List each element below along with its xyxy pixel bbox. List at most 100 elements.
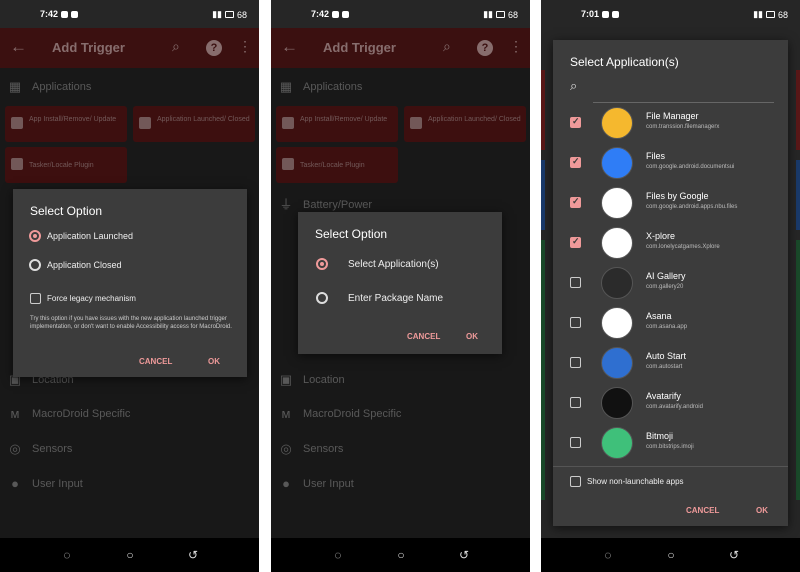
back-icon[interactable]: ↺ xyxy=(457,548,471,562)
phone-screen-2: 7:42 ▮▮ 68 ← Add Trigger ⌕ ? ⋮ ▦ Applicat… xyxy=(271,0,530,572)
option-label: Select Application(s) xyxy=(348,259,439,270)
notification-icon xyxy=(342,10,350,18)
background-edge xyxy=(796,160,800,230)
asana-icon xyxy=(601,307,633,339)
app-package: com.transsion.filemanagerx xyxy=(646,124,720,130)
radio-app-closed[interactable] xyxy=(29,259,41,271)
app-package: com.gallery20 xyxy=(646,284,684,290)
app-checkbox[interactable] xyxy=(570,156,581,168)
notification-icon xyxy=(602,10,610,18)
recents-icon[interactable]: ◌ xyxy=(60,548,74,562)
app-name: Bitmoji xyxy=(646,431,674,441)
option-label: Enter Package Name xyxy=(348,293,444,304)
app-list-item[interactable]: Files com.google.android.documentsui xyxy=(553,143,788,183)
app-checkbox[interactable] xyxy=(570,196,581,208)
app-package: com.autostart xyxy=(646,364,683,370)
home-icon[interactable]: ○ xyxy=(664,548,678,562)
app-checkbox[interactable] xyxy=(570,397,581,408)
battery-level: 68 xyxy=(507,9,518,20)
app-name: Asana xyxy=(646,311,672,321)
battery-level: 68 xyxy=(777,9,788,20)
app-package: com.asana.app xyxy=(646,324,688,330)
ok-button[interactable]: OK xyxy=(756,506,768,515)
app-list-item[interactable]: Files by Google com.google.android.apps.n… xyxy=(553,183,788,223)
checkbox-label: Force legacy mechanism xyxy=(47,294,136,303)
notification-icon xyxy=(612,10,620,18)
nav-bar: ◌ ○ ↺ xyxy=(0,538,259,572)
ok-button[interactable]: OK xyxy=(208,357,220,366)
legacy-checkbox[interactable] xyxy=(30,293,41,304)
files-by-google-icon xyxy=(601,187,633,219)
app-package: com.bitstrips.imoji xyxy=(646,444,694,450)
help-text: Try this option if you have issues with … xyxy=(30,316,232,330)
radio-app-launched[interactable] xyxy=(29,230,41,242)
status-bar: 7:42 ▮▮ 68 xyxy=(271,0,530,28)
background-edge xyxy=(796,70,800,150)
background-edge xyxy=(541,160,545,230)
app-list-item[interactable]: X-plore com.lonelycatgames.Xplore xyxy=(553,223,788,263)
bitmoji-icon xyxy=(601,427,633,459)
app-checkbox[interactable] xyxy=(570,357,581,368)
notification-icon xyxy=(332,10,340,18)
cancel-button[interactable]: CANCEL xyxy=(686,506,719,515)
app-name: Auto Start xyxy=(646,351,687,361)
home-icon[interactable]: ○ xyxy=(123,548,137,562)
signal-icon: ▮▮ xyxy=(753,9,763,19)
ok-button[interactable]: OK xyxy=(466,332,478,341)
battery-icon xyxy=(765,11,775,18)
nav-bar: ◌ ○ ↺ xyxy=(271,538,530,572)
file-manager-icon xyxy=(601,107,633,139)
show-nonlaunchable-checkbox[interactable] xyxy=(570,476,581,487)
select-option-dialog: Select Option Select Application(s) Ente… xyxy=(298,212,502,354)
app-checkbox[interactable] xyxy=(570,277,581,288)
dialog-title: Select Option xyxy=(30,204,103,218)
back-icon[interactable]: ↺ xyxy=(186,548,200,562)
status-time: 7:42 xyxy=(311,9,330,19)
dialog-title: Select Application(s) xyxy=(570,55,679,69)
app-list-item[interactable]: Avatarify com.avatarify.android xyxy=(553,383,788,423)
app-package: com.avatarify.android xyxy=(646,404,703,410)
search-icon[interactable]: ⌕ xyxy=(570,78,577,94)
xplore-icon xyxy=(601,227,633,259)
ai-gallery-icon xyxy=(601,267,633,299)
status-time: 7:42 xyxy=(40,9,59,19)
status-bar: 7:01 ▮▮ 68 xyxy=(541,0,800,28)
app-list-item[interactable]: File Manager com.transsion.filemanagerx xyxy=(553,103,788,143)
app-checkbox[interactable] xyxy=(570,317,581,328)
nav-bar: ◌ ○ ↺ xyxy=(541,538,800,572)
battery-level: 68 xyxy=(236,9,247,20)
app-name: Files xyxy=(646,151,666,161)
recents-icon[interactable]: ◌ xyxy=(331,548,345,562)
radio-select-applications[interactable] xyxy=(316,258,328,270)
app-list-item[interactable]: Auto Start com.autostart xyxy=(553,343,788,383)
signal-icon: ▮▮ xyxy=(212,9,222,19)
signal-icon: ▮▮ xyxy=(483,9,493,19)
app-name: File Manager xyxy=(646,111,699,121)
divider xyxy=(553,466,788,467)
radio-enter-package[interactable] xyxy=(316,292,328,304)
app-checkbox[interactable] xyxy=(570,116,581,128)
recents-icon[interactable]: ◌ xyxy=(601,548,615,562)
background-edge xyxy=(796,240,800,500)
notification-icon xyxy=(61,10,69,18)
home-icon[interactable]: ○ xyxy=(394,548,408,562)
phone-screen-3: 7:01 ▮▮ 68 Select Application(s) ⌕ File M… xyxy=(541,0,800,572)
cancel-button[interactable]: CANCEL xyxy=(139,357,172,366)
app-package: com.google.android.apps.nbu.files xyxy=(646,204,738,210)
dialog-title: Select Option xyxy=(315,227,388,241)
app-list: File Managercom.transsion.filemanagerxFi… xyxy=(553,103,788,463)
app-checkbox[interactable] xyxy=(570,236,581,248)
auto-start-icon xyxy=(601,347,633,379)
app-name: Avatarify xyxy=(646,391,681,401)
battery-icon xyxy=(224,11,234,18)
option-label: Application Launched xyxy=(47,231,134,241)
app-list-item[interactable]: AI Gallery com.gallery20 xyxy=(553,263,788,303)
background-edge xyxy=(541,240,545,500)
select-applications-dialog: Select Application(s) ⌕ File Manager com.… xyxy=(553,40,788,526)
app-list-item[interactable]: Bitmoji com.bitstrips.imoji xyxy=(553,423,788,463)
back-icon[interactable]: ↺ xyxy=(727,548,741,562)
app-list-item[interactable]: Asana com.asana.app xyxy=(553,303,788,343)
cancel-button[interactable]: CANCEL xyxy=(407,332,440,341)
app-name: AI Gallery xyxy=(646,271,686,281)
app-checkbox[interactable] xyxy=(570,437,581,448)
